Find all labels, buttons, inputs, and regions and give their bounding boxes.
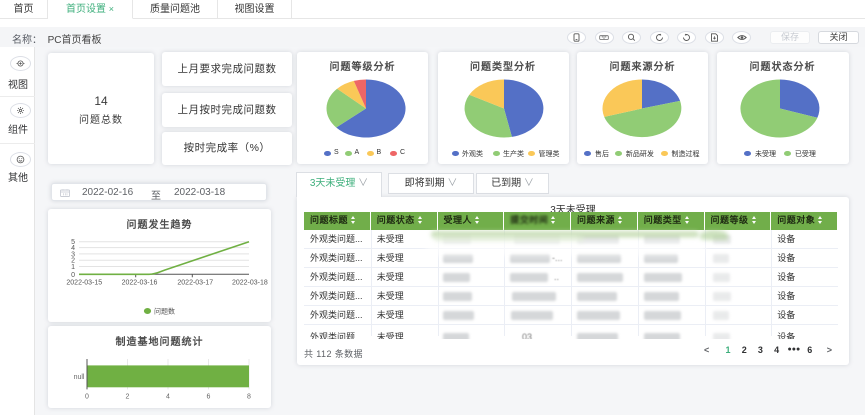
svg-text:6: 6	[207, 394, 211, 401]
svg-text:2: 2	[126, 394, 130, 401]
svg-text:2022-03-16: 2022-03-16	[122, 280, 158, 287]
svg-text:null: null	[74, 374, 85, 381]
svg-text:8: 8	[247, 394, 251, 401]
svg-text:2022-03-17: 2022-03-17	[177, 280, 213, 287]
svg-text:0: 0	[71, 272, 75, 279]
svg-text:问题数: 问题数	[154, 307, 175, 316]
svg-text:2022-03-15: 2022-03-15	[66, 280, 102, 287]
svg-text:0: 0	[85, 394, 89, 401]
svg-text:1: 1	[71, 264, 75, 271]
svg-text:2022-03-18: 2022-03-18	[232, 280, 268, 287]
svg-text:4: 4	[166, 394, 170, 401]
